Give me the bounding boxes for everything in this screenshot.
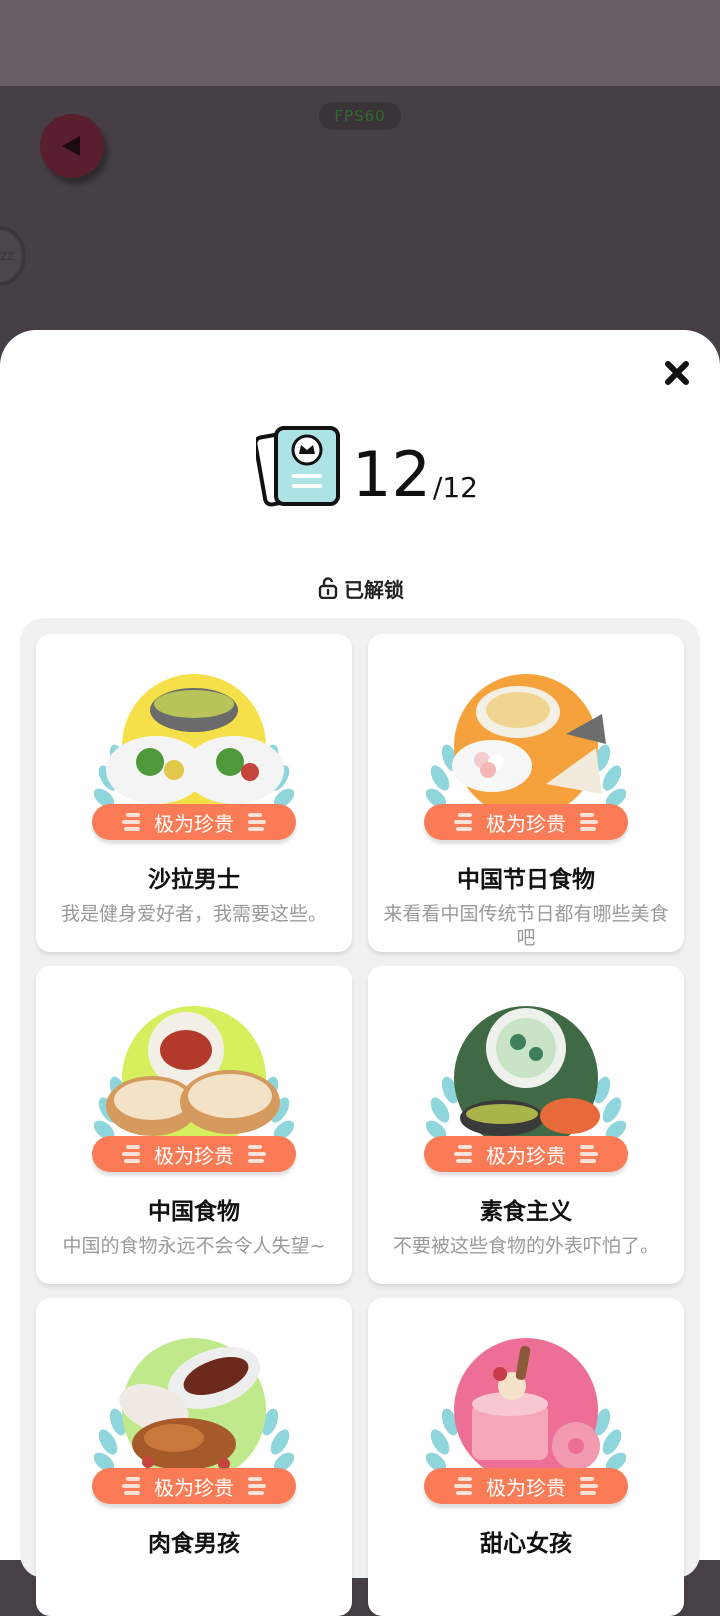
unlock-icon [318,577,338,599]
rarity-badge: 极为珍贵 [424,804,628,840]
card-description: 来看看中国传统节日都有哪些美食吧 [383,903,669,949]
stack-icon [578,1143,600,1165]
stack-icon [578,1475,600,1497]
rarity-badge: 极为珍贵 [92,1136,296,1172]
meat-illustration-icon [94,1338,294,1474]
rarity-label: 极为珍贵 [486,1143,566,1168]
close-icon[interactable] [660,356,694,390]
collection-card-festival-food[interactable]: 极为珍贵 中国节日食物 来看看中国传统节日都有哪些美食吧 [368,634,684,952]
unlocked-filter[interactable]: 已解锁 [318,574,404,602]
card-title: 中国节日食物 [457,867,595,893]
card-description: 我是健身爱好者，我需要这些。 [60,903,327,925]
fps-indicator: FPS60 [319,102,401,130]
card-description: 不要被这些食物的外表吓怕了。 [392,1235,659,1257]
stack-icon [452,1475,474,1497]
stack-icon [120,1143,142,1165]
salad-illustration-icon [94,674,294,810]
collection-card-meat-boy[interactable]: 极为珍贵 肉食男孩 [36,1298,352,1616]
top-bar [0,0,720,86]
stack-icon [246,1475,268,1497]
rarity-badge: 极为珍贵 [424,1468,628,1504]
card-title: 素食主义 [480,1199,572,1225]
rarity-label: 极为珍贵 [154,811,234,836]
rarity-label: 极为珍贵 [486,811,566,836]
chinese-food-illustration-icon [94,1006,294,1142]
card-description: 中国的食物永远不会令人失望~ [62,1235,326,1257]
stack-icon [578,811,600,833]
dessert-illustration-icon [426,1338,626,1474]
rarity-badge: 极为珍贵 [92,804,296,840]
stack-icon [246,1143,268,1165]
rarity-label: 极为珍贵 [154,1475,234,1500]
total-count: /12 [432,471,478,504]
festival-food-illustration-icon [426,674,626,810]
rarity-label: 极为珍贵 [154,1143,234,1168]
card-collection-icon [256,426,340,507]
card-title: 甜心女孩 [480,1531,572,1557]
stack-icon [120,1475,142,1497]
vegetarian-illustration-icon [426,1006,626,1142]
stack-icon [246,811,268,833]
stack-icon [452,1143,474,1165]
collection-card-sweet-girl[interactable]: 极为珍贵 甜心女孩 [368,1298,684,1616]
card-title: 沙拉男士 [148,867,240,893]
collection-card-vegetarian[interactable]: 极为珍贵 素食主义 不要被这些食物的外表吓怕了。 [368,966,684,1284]
card-title: 中国食物 [148,1199,240,1225]
collected-count: 12 [352,438,431,511]
unlocked-label: 已解锁 [344,577,404,602]
stack-icon [120,811,142,833]
card-title: 肉食男孩 [148,1531,240,1557]
collection-card-chinese-food[interactable]: 极为珍贵 中国食物 中国的食物永远不会令人失望~ [36,966,352,1284]
rarity-label: 极为珍贵 [486,1475,566,1500]
rarity-badge: 极为珍贵 [92,1468,296,1504]
collection-card-salad[interactable]: 极为珍贵 沙拉男士 我是健身爱好者，我需要这些。 [36,634,352,952]
collection-counter: 12 /12 [256,424,478,508]
back-button[interactable] [40,114,104,178]
back-arrow-icon [62,136,80,156]
rarity-badge: 极为珍贵 [424,1136,628,1172]
stack-icon [452,811,474,833]
